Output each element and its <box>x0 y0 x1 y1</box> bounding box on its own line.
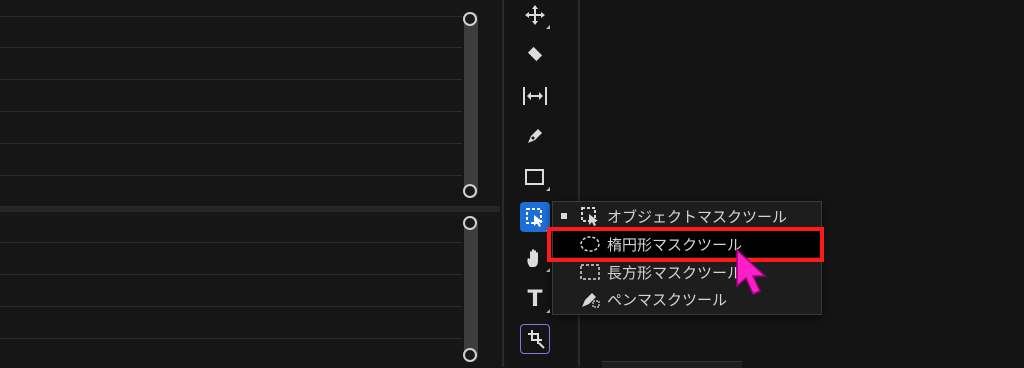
scroll-handle-end[interactable] <box>463 184 477 198</box>
scrollbar-top[interactable] <box>463 12 478 198</box>
menu-item-rectangle-mask[interactable]: 長方形マスクツール <box>553 259 821 285</box>
mouse-cursor-icon <box>733 248 773 304</box>
track-line <box>0 306 462 307</box>
hand-tool-button[interactable] <box>520 243 550 273</box>
scroll-handle-start[interactable] <box>463 216 477 230</box>
rectangle-icon <box>525 169 544 185</box>
submenu-indicator <box>546 187 550 191</box>
highlight-box <box>547 227 824 262</box>
menu-item-label: 長方形マスクツール <box>607 263 743 282</box>
object-mask-icon <box>579 207 601 226</box>
divider <box>502 0 504 367</box>
pen-icon <box>528 129 542 143</box>
transform-icon <box>528 330 545 349</box>
pen-mask-icon <box>579 290 601 308</box>
submenu-indicator <box>546 25 550 29</box>
track-line <box>0 16 462 17</box>
menu-item-label: ペンマスクツール <box>607 290 728 309</box>
fit-tool-button[interactable] <box>520 81 550 111</box>
track-line <box>0 111 462 112</box>
track-line <box>0 338 462 339</box>
scroll-handle-end[interactable] <box>463 348 477 362</box>
rectangle-tool-button[interactable] <box>520 162 550 192</box>
track-line <box>0 274 462 275</box>
move-tool-button[interactable] <box>520 0 550 30</box>
menu-item-pen-mask[interactable]: ペンマスクツール <box>553 286 821 312</box>
eraser-icon <box>527 46 543 62</box>
mask-tool-button[interactable] <box>520 202 550 232</box>
text-icon: T <box>527 286 543 312</box>
eraser-tool-button[interactable] <box>520 40 550 70</box>
scrollbar-bottom[interactable] <box>463 216 478 362</box>
hand-icon <box>527 249 538 267</box>
submenu-indicator <box>546 309 550 313</box>
menu-item-object-mask[interactable]: オブジェクトマスクツール <box>553 203 821 229</box>
track-panel-top <box>0 0 462 206</box>
submenu-indicator <box>546 268 550 272</box>
track-line <box>0 79 462 80</box>
horizontal-fit-icon <box>523 87 547 105</box>
text-tool-button[interactable]: T <box>520 284 550 314</box>
scroll-handle-start[interactable] <box>463 12 477 26</box>
pen-tool-button[interactable] <box>520 121 550 151</box>
selected-bullet-icon <box>561 213 567 219</box>
track-line <box>0 47 462 48</box>
track-line <box>0 242 462 243</box>
track-line <box>0 143 462 144</box>
rectangle-mask-icon <box>579 263 601 281</box>
track-line <box>0 175 462 176</box>
transform-tool-button[interactable] <box>520 324 550 354</box>
object-mask-icon <box>526 208 543 227</box>
move-arrows-icon <box>525 5 545 25</box>
menu-item-label: オブジェクトマスクツール <box>607 207 788 226</box>
track-panel-bottom <box>0 212 462 367</box>
